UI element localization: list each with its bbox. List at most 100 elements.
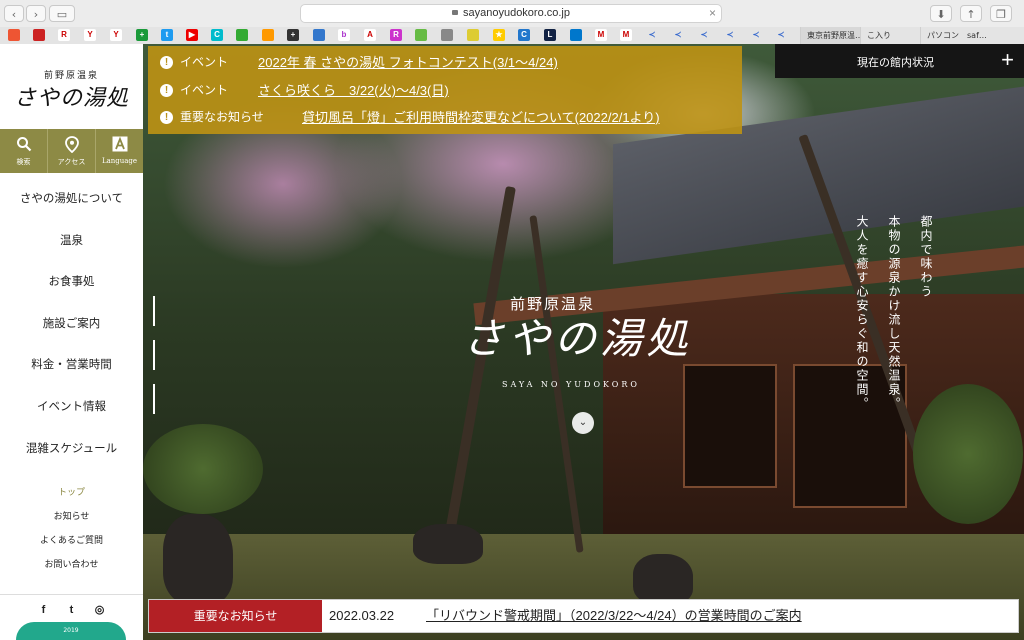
- bookmark-icon[interactable]: t: [161, 29, 173, 41]
- nav-crowd-schedule[interactable]: 混雑スケジュール: [0, 428, 143, 470]
- notice-category: 重要なお知らせ: [180, 110, 264, 124]
- bookmark-icon[interactable]: M: [620, 29, 632, 41]
- bookmark-icon[interactable]: Y: [84, 29, 96, 41]
- notice-row: ! イベント さくら咲くら 3/22(火)〜4/3(日): [148, 76, 742, 105]
- bookmark-icon[interactable]: [236, 29, 248, 41]
- bookmark-icon[interactable]: b: [338, 29, 350, 41]
- bookmark-icon[interactable]: M: [595, 29, 607, 41]
- bookmark-icon[interactable]: R: [58, 29, 70, 41]
- subnav-top[interactable]: トップ: [0, 481, 143, 505]
- notice-link[interactable]: さくら咲くら 3/22(火)〜4/3(日): [258, 76, 449, 105]
- notice-category: イベント: [180, 83, 229, 97]
- address-bar[interactable]: sayanoyudokoro.co.jp ×: [300, 4, 722, 23]
- url-text: sayanoyudokoro.co.jp: [462, 7, 570, 19]
- bookmark-icon[interactable]: C: [211, 29, 223, 41]
- window: [683, 364, 777, 488]
- site-logo[interactable]: さやの湯処: [0, 80, 143, 112]
- bookmark-icon[interactable]: ≺: [646, 29, 658, 41]
- tagline-line: 本物の源泉かけ流し天然温泉。: [887, 215, 901, 411]
- access-button[interactable]: アクセス: [48, 129, 96, 173]
- bookmark-icon[interactable]: ≺: [775, 29, 787, 41]
- downloads-icon[interactable]: ⬇: [930, 5, 952, 22]
- browser-tab[interactable]: パソコン saf…: [920, 27, 1024, 44]
- facility-status-panel[interactable]: 現在の館内状況 +: [775, 44, 1024, 78]
- subnav-contact[interactable]: お問い合わせ: [0, 553, 143, 577]
- sub-nav: トップ お知らせ よくあるご質問 お問い合わせ: [0, 481, 143, 577]
- tagline-line: 都内で味わう: [919, 215, 933, 299]
- news-bar: 重要なお知らせ 2022.03.22 「リバウンド警戒期間」（2022/3/22…: [148, 599, 1019, 633]
- bookmark-icon[interactable]: Y: [110, 29, 122, 41]
- bookmark-icon[interactable]: [313, 29, 325, 41]
- language-label: Language: [101, 157, 138, 165]
- bookmark-icon[interactable]: +: [136, 29, 148, 41]
- bookmark-icon[interactable]: ≺: [750, 29, 762, 41]
- bookmark-icon[interactable]: C: [518, 29, 530, 41]
- share-icon[interactable]: ↑: [960, 5, 982, 22]
- tree-trunk: [440, 186, 516, 562]
- bookmark-icon[interactable]: ★: [493, 29, 505, 41]
- back-button[interactable]: ‹: [4, 5, 24, 22]
- garden-rock: [163, 514, 233, 604]
- access-label: アクセス: [57, 158, 86, 166]
- favorites-bar: R Y Y + t ▶ C + b A R ★ C L M M ≺ ≺ ≺ ≺ …: [0, 27, 1024, 45]
- lock-icon: [451, 10, 458, 15]
- bookmark-icon[interactable]: [262, 29, 274, 41]
- language-button[interactable]: Language: [96, 129, 143, 173]
- bookmark-icon[interactable]: [415, 29, 427, 41]
- chevron-down-icon[interactable]: ⌄: [572, 412, 594, 434]
- bookmark-icon[interactable]: [441, 29, 453, 41]
- main-nav: さやの湯処について 温泉 お食事処 施設ご案内 料金・営業時間 イベント情報 混…: [0, 178, 143, 469]
- tabs-overview-icon[interactable]: ❐: [990, 5, 1012, 22]
- instagram-icon[interactable]: ◎: [93, 603, 107, 617]
- bookmark-icon[interactable]: ≺: [724, 29, 736, 41]
- subnav-faq[interactable]: よくあるご質問: [0, 529, 143, 553]
- search-label: 検索: [16, 158, 31, 166]
- nav-restaurant[interactable]: お食事処: [0, 261, 143, 303]
- slider-indicator[interactable]: [153, 296, 155, 326]
- hero-logo: さやの湯処: [462, 314, 693, 363]
- bookmark-icon[interactable]: A: [364, 29, 376, 41]
- facebook-icon[interactable]: f: [37, 603, 51, 617]
- status-label: 現在の館内状況: [857, 56, 934, 69]
- twitter-icon[interactable]: t: [65, 603, 79, 617]
- search-button[interactable]: 検索: [0, 129, 48, 173]
- bookmark-icon[interactable]: ≺: [698, 29, 710, 41]
- nav-prices-hours[interactable]: 料金・営業時間: [0, 344, 143, 386]
- social-links: f t ◎: [0, 594, 143, 625]
- award-badge[interactable]: 2019: [16, 622, 126, 640]
- browser-tab[interactable]: 東京前野原温…: [800, 27, 860, 44]
- notice-row: ! 重要なお知らせ 貸切風呂「燈」ご利用時間枠変更などについて(2022/2/1…: [148, 103, 742, 132]
- tool-buttons: 検索 アクセス Language: [0, 129, 143, 173]
- notice-box: ! イベント 2022年 春 さやの湯処 フォトコンテスト(3/1〜4/24) …: [148, 46, 742, 134]
- bookmark-icon[interactable]: +: [287, 29, 299, 41]
- nav-onsen[interactable]: 温泉: [0, 220, 143, 262]
- news-category: 重要なお知らせ: [149, 600, 322, 632]
- browser-tab[interactable]: こ入り: [860, 27, 920, 44]
- clear-url-icon[interactable]: ×: [709, 5, 716, 22]
- bookmark-icon[interactable]: R: [390, 29, 402, 41]
- nav-events[interactable]: イベント情報: [0, 386, 143, 428]
- bookmark-icon[interactable]: ≺: [672, 29, 684, 41]
- subnav-news[interactable]: お知らせ: [0, 505, 143, 529]
- slider-indicator[interactable]: [153, 340, 155, 370]
- notice-link[interactable]: 2022年 春 さやの湯処 フォトコンテスト(3/1〜4/24): [258, 48, 558, 77]
- plus-icon[interactable]: +: [1001, 47, 1014, 73]
- nav-facilities[interactable]: 施設ご案内: [0, 303, 143, 345]
- bookmark-icon[interactable]: [467, 29, 479, 41]
- bookmark-icon[interactable]: ▶: [186, 29, 198, 41]
- nav-about[interactable]: さやの湯処について: [0, 178, 143, 220]
- news-link[interactable]: 「リバウンド警戒期間」（2022/3/22〜4/24）の営業時間のご案内: [426, 600, 802, 632]
- pine-tree: [913, 384, 1023, 524]
- bookmark-icon[interactable]: L: [544, 29, 556, 41]
- hero-logo-romaji: SAYA NO YUDOKORO: [502, 380, 640, 389]
- notice-link[interactable]: 貸切風呂「燈」ご利用時間枠変更などについて(2022/2/1より): [302, 103, 660, 132]
- tagline-line: 大人を癒す心安らぐ和の空間。: [855, 215, 869, 411]
- pine-tree: [143, 424, 263, 514]
- slider-indicator[interactable]: [153, 384, 155, 414]
- bookmark-icon[interactable]: [33, 29, 45, 41]
- forward-button[interactable]: ›: [26, 5, 46, 22]
- bookmark-icon[interactable]: [570, 29, 582, 41]
- browser-toolbar: ‹ › ▭ sayanoyudokoro.co.jp × ⬇ ↑ ❐: [0, 0, 1024, 28]
- bookmark-icon[interactable]: [8, 29, 20, 41]
- sidebar-toggle-icon[interactable]: ▭: [49, 5, 75, 22]
